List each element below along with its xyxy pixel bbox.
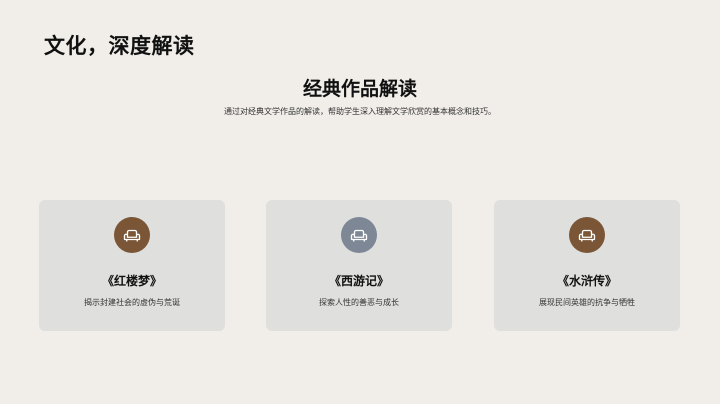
section-description: 通过对经典文学作品的解读，帮助学生深入理解文学欣赏的基本概念和技巧。 bbox=[224, 107, 496, 116]
card-description: 展现民间英雄的抗争与牺牲 bbox=[539, 298, 635, 307]
work-card-shuihuzhuan: 《水浒传》 展现民间英雄的抗争与牺牲 bbox=[494, 200, 680, 331]
card-description: 揭示封建社会的虚伪与荒诞 bbox=[84, 298, 180, 307]
armchair-icon bbox=[569, 217, 605, 253]
section-heading: 经典作品解读 bbox=[302, 78, 417, 100]
page-title: 文化，深度解读 bbox=[44, 34, 195, 58]
card-title: 《水浒传》 bbox=[556, 274, 617, 288]
card-title: 《红楼梦》 bbox=[101, 274, 162, 288]
work-card-xiyouji: 《西游记》 探索人性的善恶与成长 bbox=[266, 200, 452, 331]
armchair-icon bbox=[114, 217, 150, 253]
card-description: 探索人性的善恶与成长 bbox=[319, 298, 399, 307]
work-card-hongloumeng: 《红楼梦》 揭示封建社会的虚伪与荒诞 bbox=[39, 200, 225, 331]
armchair-icon bbox=[341, 217, 377, 253]
card-title: 《西游记》 bbox=[328, 274, 389, 288]
